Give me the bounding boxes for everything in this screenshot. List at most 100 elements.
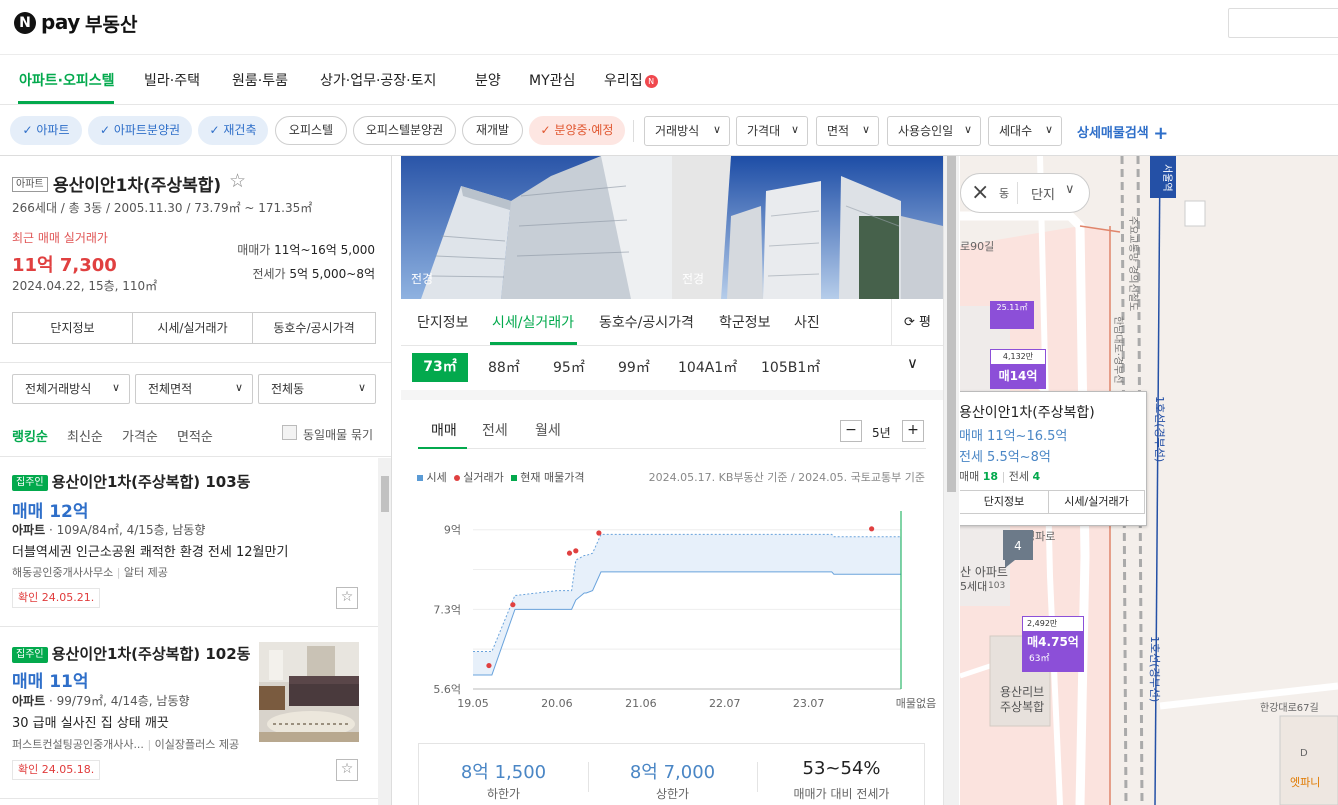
map-label-road: 로90길 [960, 240, 994, 253]
popup-complex-info-button[interactable]: 단지정보 [960, 490, 1049, 514]
area-tab-73[interactable]: 73㎡ [412, 353, 468, 382]
sort-area[interactable]: 면적순 [177, 426, 213, 445]
dropdown-area[interactable]: 면적 ∨ [816, 116, 879, 146]
deal-point [869, 526, 875, 532]
nav-commercial[interactable]: 상가·업무·공장·토지 [320, 70, 436, 90]
chevron-down-icon[interactable]: ∨ [907, 354, 918, 372]
sort-ranking[interactable]: 랭킹순 [12, 426, 48, 445]
deal-point [573, 548, 579, 554]
top-search-input[interactable] [1228, 8, 1338, 38]
deal-tab-sale[interactable]: 매매 [431, 420, 457, 440]
same-listing-checkbox[interactable] [282, 425, 297, 440]
tab-complex-info[interactable]: 단지정보 [417, 312, 469, 332]
listing-type: 아파트 [12, 694, 46, 708]
tab-school[interactable]: 학군정보 [719, 312, 771, 332]
map-marker-area[interactable]: 25.11㎡ [990, 301, 1034, 329]
select-dong[interactable]: 전체동 ∨ [258, 374, 376, 404]
detail-scrollbar-thumb[interactable] [947, 156, 956, 492]
summary-lower-label: 하한가 [486, 787, 521, 801]
complex-info-button[interactable]: 단지정보 [12, 312, 133, 344]
divider [633, 120, 634, 142]
sort-price[interactable]: 가격순 [122, 426, 158, 445]
chip-reconstruction[interactable]: ✓ 재건축 [198, 116, 268, 145]
chip-officetel[interactable]: 오피스텔 [275, 116, 347, 145]
close-icon[interactable]: × [971, 180, 989, 205]
logo-pay[interactable]: pay [41, 10, 80, 34]
area-tab-105b1[interactable]: 105B1㎡ [761, 357, 820, 377]
tab-price[interactable]: 시세/실거래가 [492, 312, 574, 332]
area-tabs-bar [401, 346, 943, 390]
unit-price-button[interactable]: 동호수/공시가격 [252, 312, 376, 344]
detail-scrollbar[interactable] [943, 156, 959, 805]
popup-jeonse-count: 4 [1032, 470, 1041, 483]
nav-presale[interactable]: 분양 [475, 70, 501, 90]
chip-apartment-presale-right[interactable]: ✓ 아파트분양권 [88, 116, 192, 145]
listing-photo[interactable] [259, 642, 359, 742]
chart-legend: 시세 실거래가 현재 매물가격 [417, 469, 584, 485]
listing-star-icon[interactable]: ☆ [336, 587, 358, 609]
tab-unit-price[interactable]: 동호수/공시가격 [599, 312, 694, 332]
dropdown-households[interactable]: 세대수 ∨ [988, 116, 1062, 146]
marker-price: 매4.75억 [1027, 635, 1079, 649]
dropdown-approval-date[interactable]: 사용승인일 ∨ [887, 116, 981, 146]
map-cluster-count[interactable]: 4 [1014, 539, 1022, 553]
nav-active-underline [18, 101, 114, 104]
nav-my-interest[interactable]: MY관심 [529, 70, 575, 90]
main-nav: 아파트·오피스텔 빌라·주택 원룸·투룸 상가·업무·공장·토지 분양 MY관심… [0, 55, 1338, 105]
chip-redevelopment[interactable]: 재개발 [462, 116, 523, 145]
chevron-down-icon: ∨ [1044, 123, 1053, 136]
x-tick-label: 19.05 [457, 697, 489, 710]
dropdown-label: 가격대 [747, 124, 781, 138]
sort-latest[interactable]: 최신순 [67, 426, 103, 445]
area-tab-88[interactable]: 88㎡ [488, 357, 520, 377]
nav-apartment-officetel[interactable]: 아파트·오피스텔 [19, 70, 114, 90]
naver-logo-icon[interactable]: N [14, 12, 36, 34]
advanced-search-button[interactable]: 상세매물검색 + [1077, 122, 1168, 144]
area-tab-99[interactable]: 99㎡ [618, 357, 650, 377]
select-area[interactable]: 전체면적 ∨ [135, 374, 253, 404]
list-scrollbar[interactable] [378, 458, 391, 805]
complex-photos[interactable]: 전경 전경 [401, 156, 943, 299]
deal-point [486, 662, 492, 669]
chip-on-sale[interactable]: ✓ 분양중·예정 [529, 116, 625, 145]
dropdown-price[interactable]: 가격대 ∨ [736, 116, 808, 146]
x-end-label: 매물없음 [896, 697, 936, 710]
map-view[interactable]: 로90길 청파로 산 아파트 5세대 103 용산리브 주상복합 한강대로67길… [960, 156, 1338, 805]
summary-box: 8억 1,500 하한가 8억 7,000 상한가 53~54% 매매가 대비 … [418, 743, 925, 805]
map-marker-price[interactable]: 2,492만 매4.75억 63㎡ [1022, 616, 1084, 672]
area-tab-95[interactable]: 95㎡ [553, 357, 585, 377]
nav-oneroom[interactable]: 원룸·투룸 [232, 70, 288, 90]
map-filter-chip[interactable]: × 동 단지 ∨ [960, 173, 1090, 213]
select-deal-type[interactable]: 전체거래방식 ∨ [12, 374, 130, 404]
logo-real-estate[interactable]: 부동산 [85, 10, 137, 37]
marker-price: 매14억 [998, 369, 1038, 383]
period-minus-button[interactable]: − [840, 420, 862, 442]
favorite-star-icon[interactable]: ☆ [229, 170, 246, 192]
map-marker-price[interactable]: 4,132만 매14억 [990, 349, 1046, 389]
nav-my-home[interactable]: 우리집 N [604, 70, 658, 90]
area-tab-104a1[interactable]: 104A1㎡ [678, 357, 737, 377]
chevron-down-icon: ∨ [111, 381, 120, 394]
marker-top: 2,492만 [1023, 617, 1083, 631]
listing-title: 용산이안1차(주상복합) 103동 [51, 473, 251, 491]
nav-villa-house[interactable]: 빌라·주택 [144, 70, 200, 90]
period-plus-button[interactable]: + [902, 420, 924, 442]
chip-apartment[interactable]: ✓ 아파트 [10, 116, 82, 145]
deal-tab-monthly[interactable]: 월세 [535, 420, 561, 440]
list-item[interactable]: 집주인 용산이안1차(주상복합) 103동 매매 12억 아파트 · 109A/… [0, 466, 378, 626]
sale-price-range: 매매가 11억~16억 5,000 [237, 241, 375, 258]
map-label-line1b: 1호선(경부선) [1148, 636, 1161, 702]
chip-officetel-presale-right[interactable]: 오피스텔분양권 [353, 116, 456, 145]
dropdown-label: 사용승인일 [898, 124, 954, 138]
unit-toggle-button[interactable]: ⟳ 평 [891, 299, 943, 346]
complex-popup[interactable]: 용산이안1차(주상복합) 매매 11억~16.5억 전세 5.5억~8억 매매 … [960, 391, 1147, 526]
agency-name: 퍼스트컨설팅공인중개사사... [12, 738, 144, 751]
listing-star-icon[interactable]: ☆ [336, 759, 358, 781]
dropdown-deal-type[interactable]: 거래방식 ∨ [644, 116, 730, 146]
deal-tab-jeonse[interactable]: 전세 [482, 420, 508, 440]
price-button[interactable]: 시세/실거래가 [132, 312, 253, 344]
popup-price-button[interactable]: 시세/실거래가 [1048, 490, 1145, 514]
tab-photos[interactable]: 사진 [794, 312, 820, 332]
list-scrollbar-thumb[interactable] [381, 476, 389, 512]
list-item[interactable]: 집주인 용산이안1차(주상복합) 102동 매매 11억 아파트 · 99/79… [0, 638, 378, 798]
